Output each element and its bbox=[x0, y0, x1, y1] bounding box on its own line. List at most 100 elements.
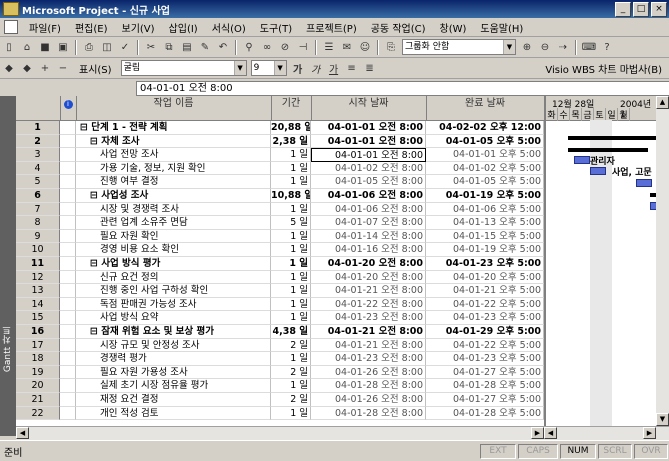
duration-cell[interactable]: 1 일 bbox=[271, 161, 311, 176]
task-notes-icon[interactable]: ✉ bbox=[339, 39, 355, 55]
print-preview-icon[interactable]: ◫ bbox=[99, 39, 115, 55]
chevron-down-icon[interactable]: ▼ bbox=[233, 61, 246, 75]
task-row[interactable]: 8 관련 업계 소유주 면담 5 일 04-01-07 오전 8:00 04-01-13… bbox=[16, 216, 544, 230]
finish-cell[interactable]: 04-01-02 오후 5:00 bbox=[426, 161, 544, 176]
task-row[interactable]: 12 신규 요건 정의 1 일 04-01-20 오전 8:00 04-01-20 오후… bbox=[16, 270, 544, 285]
task-bar[interactable] bbox=[590, 167, 606, 175]
menu-file[interactable]: 파일(F) bbox=[22, 20, 68, 35]
finish-cell[interactable]: 04-01-05 오후 5:00 bbox=[426, 175, 544, 189]
task-name-cell[interactable]: ⊟ 사업성 조사 bbox=[76, 189, 271, 203]
start-cell[interactable]: 04-01-01 오전 8:00 bbox=[311, 148, 426, 162]
duration-cell[interactable]: 1 일 bbox=[271, 379, 311, 393]
align-left-icon[interactable]: ≡ bbox=[344, 60, 360, 76]
task-row[interactable]: 17 시장 규모 및 안정성 조사 2 일 04-01-21 오전 8:00 04-01… bbox=[16, 338, 544, 353]
finish-cell[interactable]: 04-01-19 오후 5:00 bbox=[426, 243, 544, 257]
task-name-cell[interactable]: 재정 요건 결정 bbox=[76, 393, 271, 407]
show-menu[interactable]: 표시(S) bbox=[72, 61, 119, 76]
goto-task-icon[interactable]: ⇢ bbox=[555, 39, 571, 55]
menu-help[interactable]: 도움말(H) bbox=[473, 20, 530, 35]
duration-cell[interactable]: 1 일 bbox=[271, 270, 311, 285]
col-task-name[interactable]: 작업 이름 bbox=[76, 96, 272, 120]
task-row[interactable]: 22 개인 적성 검토 1 일 04-01-28 오전 8:00 04-01-28 오후… bbox=[16, 406, 544, 421]
duration-cell[interactable]: 1 일 bbox=[271, 406, 311, 421]
gantt-chart[interactable]: 12월 28일 2004년 1 화수목금토일월 관리자 사업, 고문 bbox=[544, 96, 658, 426]
task-name-cell[interactable]: ⊟ 단계 1 - 전략 계획 bbox=[76, 121, 271, 135]
task-sheet[interactable]: i 작업 이름 기간 시작 날짜 완료 날짜 1 ⊟ 단계 1 - 전략 계획 20… bbox=[16, 96, 544, 426]
task-name-cell[interactable]: 독점 판매권 가능성 조사 bbox=[76, 297, 271, 312]
duration-cell[interactable]: 1 일 bbox=[271, 284, 311, 298]
scroll-left-icon[interactable]: ◀ bbox=[544, 427, 557, 439]
task-row[interactable]: 11 ⊟ 사업 방식 평가 1 일 04-01-20 오전 8:00 04-01-23 … bbox=[16, 257, 544, 271]
task-row[interactable]: 21 재정 요건 결정 2 일 04-01-26 오전 8:00 04-01-27 오후… bbox=[16, 393, 544, 407]
horizontal-scrollbar[interactable]: ◀ ▶ ◀ ▶ bbox=[16, 426, 669, 440]
finish-cell[interactable]: 04-01-21 오후 5:00 bbox=[426, 284, 544, 298]
view-bar[interactable]: Gantt 차트 bbox=[0, 96, 16, 436]
start-cell[interactable]: 04-01-07 오전 8:00 bbox=[311, 216, 426, 230]
task-name-cell[interactable]: 필요 자원 가용성 조사 bbox=[76, 365, 271, 380]
task-row[interactable]: 6 ⊟ 사업성 조사 10,88 일 04-01-06 오전 8:00 04-01-19… bbox=[16, 189, 544, 203]
duration-cell[interactable]: 1 일 bbox=[271, 352, 311, 366]
task-name-cell[interactable]: ⊟ 잠재 위험 요소 및 보상 평가 bbox=[76, 325, 271, 339]
save-icon[interactable]: ■ bbox=[37, 39, 53, 55]
task-row[interactable]: 18 경쟁력 평가 1 일 04-01-23 오전 8:00 04-01-23 오후 5… bbox=[16, 352, 544, 366]
start-cell[interactable]: 04-01-01 오전 8:00 bbox=[311, 121, 426, 135]
finish-cell[interactable]: 04-01-23 오후 5:00 bbox=[426, 311, 544, 325]
finish-cell[interactable]: 04-01-27 오후 5:00 bbox=[426, 365, 544, 380]
finish-cell[interactable]: 04-01-19 오후 5:00 bbox=[426, 189, 544, 203]
group-by-select[interactable]: 그룹화 안함 ▼ bbox=[402, 39, 516, 55]
menu-edit[interactable]: 편집(E) bbox=[68, 20, 115, 35]
start-cell[interactable]: 04-01-20 오전 8:00 bbox=[311, 257, 426, 271]
document-icon[interactable] bbox=[4, 20, 18, 34]
task-info-icon[interactable]: ☰ bbox=[321, 39, 337, 55]
finish-cell[interactable]: 04-02-02 오후 12:00 bbox=[426, 121, 544, 135]
finish-cell[interactable]: 04-01-06 오후 5:00 bbox=[426, 202, 544, 217]
task-name-cell[interactable]: ⊟ 사업 방식 평가 bbox=[76, 257, 271, 271]
scroll-left-icon[interactable]: ◀ bbox=[16, 427, 29, 439]
indicator-column-header[interactable]: i bbox=[60, 96, 77, 120]
finish-cell[interactable]: 04-01-22 오후 5:00 bbox=[426, 338, 544, 353]
task-row[interactable]: 16 ⊟ 잠재 위험 요소 및 보상 평가 4,38 일 04-01-21 오전 8:… bbox=[16, 325, 544, 339]
paste-icon[interactable]: ▤ bbox=[179, 39, 195, 55]
duration-cell[interactable]: 1 일 bbox=[271, 243, 311, 257]
start-cell[interactable]: 04-01-26 오전 8:00 bbox=[311, 393, 426, 407]
scroll-right-icon[interactable]: ▶ bbox=[531, 427, 544, 439]
show-subtasks-icon[interactable]: + bbox=[37, 60, 53, 76]
task-row[interactable]: 9 필요 자원 확인 1 일 04-01-14 오전 8:00 04-01-15 오후 … bbox=[16, 229, 544, 244]
summary-bar[interactable] bbox=[568, 148, 648, 152]
zoom-in-icon[interactable]: ⊕ bbox=[519, 39, 535, 55]
underline-button[interactable]: 가 bbox=[326, 60, 342, 76]
task-row[interactable]: 13 진행 중인 사업 구하성 확인 1 일 04-01-21 오전 8:00 04-0… bbox=[16, 284, 544, 298]
minimize-button[interactable]: _ bbox=[615, 2, 631, 17]
col-duration[interactable]: 기간 bbox=[271, 96, 312, 120]
duration-cell[interactable]: 2 일 bbox=[271, 338, 311, 353]
bold-button[interactable]: 가 bbox=[290, 60, 306, 76]
finish-cell[interactable]: 04-01-27 오후 5:00 bbox=[426, 393, 544, 407]
duration-cell[interactable]: 1 일 bbox=[271, 311, 311, 325]
duration-cell[interactable]: 2,38 일 bbox=[271, 134, 311, 149]
duration-cell[interactable]: 2 일 bbox=[271, 365, 311, 380]
task-name-cell[interactable]: 관련 업계 소유주 면담 bbox=[76, 216, 271, 230]
start-cell[interactable]: 04-01-21 오전 8:00 bbox=[311, 338, 426, 353]
duration-cell[interactable]: 1 일 bbox=[271, 229, 311, 244]
start-cell[interactable]: 04-01-02 오전 8:00 bbox=[311, 161, 426, 176]
task-name-cell[interactable]: 진행 중인 사업 구하성 확인 bbox=[76, 284, 271, 298]
task-row[interactable]: 10 경영 비용 요소 확인 1 일 04-01-16 오전 8:00 04-01-19… bbox=[16, 243, 544, 257]
start-cell[interactable]: 04-01-21 오전 8:00 bbox=[311, 284, 426, 298]
format-painter-icon[interactable]: ✎ bbox=[197, 39, 213, 55]
start-cell[interactable]: 04-01-06 오전 8:00 bbox=[311, 189, 426, 203]
duration-cell[interactable]: 1 일 bbox=[271, 257, 311, 271]
task-row[interactable]: 20 실제 초기 시장 점유율 평가 1 일 04-01-28 오전 8:00 04-0… bbox=[16, 379, 544, 393]
outdent-icon[interactable]: ◆ bbox=[1, 60, 17, 76]
finish-cell[interactable]: 04-01-13 오후 5:00 bbox=[426, 216, 544, 230]
entry-field[interactable]: 04-01-01 오전 8:00 bbox=[136, 81, 669, 96]
hide-subtasks-icon[interactable]: − bbox=[55, 60, 71, 76]
finish-cell[interactable]: 04-01-29 오후 5:00 bbox=[426, 325, 544, 339]
spelling-icon[interactable]: ✓ bbox=[117, 39, 133, 55]
new-icon[interactable]: ▯ bbox=[1, 39, 17, 55]
start-cell[interactable]: 04-01-16 오전 8:00 bbox=[311, 243, 426, 257]
save-as-icon[interactable]: ▣ bbox=[55, 39, 71, 55]
finish-cell[interactable]: 04-01-01 오후 5:00 bbox=[426, 148, 544, 162]
menu-project[interactable]: 프로젝트(P) bbox=[299, 20, 364, 35]
col-finish[interactable]: 완료 날짜 bbox=[426, 96, 544, 120]
start-cell[interactable]: 04-01-26 오전 8:00 bbox=[311, 365, 426, 380]
